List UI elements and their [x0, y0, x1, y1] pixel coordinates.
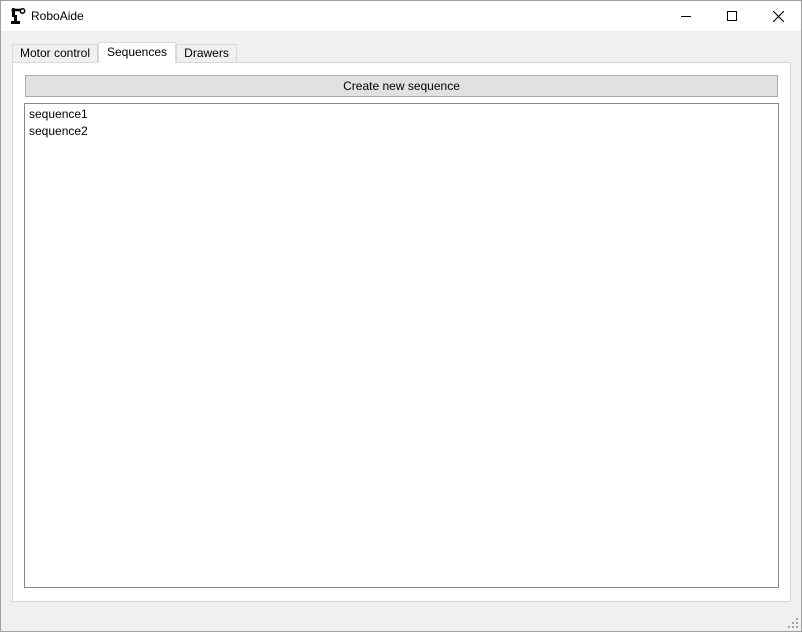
- robot-arm-icon: [9, 7, 27, 25]
- app-window: RoboAide Motor control Sequences Drawers…: [0, 0, 802, 632]
- maximize-icon: [727, 11, 737, 21]
- create-new-sequence-button[interactable]: Create new sequence: [25, 75, 778, 97]
- close-icon: [772, 10, 784, 22]
- title-bar[interactable]: RoboAide: [1, 1, 801, 31]
- minimize-icon: [681, 11, 691, 21]
- window-title: RoboAide: [31, 9, 84, 23]
- sequences-panel: Create new sequence sequence1 sequence2: [12, 62, 791, 602]
- list-item[interactable]: sequence2: [29, 123, 88, 140]
- list-item[interactable]: sequence1: [29, 106, 88, 123]
- close-button[interactable]: [755, 1, 801, 31]
- resize-grip-icon[interactable]: [787, 617, 799, 629]
- tab-sequences[interactable]: Sequences: [98, 42, 176, 63]
- tab-drawers[interactable]: Drawers: [176, 44, 237, 63]
- maximize-button[interactable]: [709, 1, 755, 31]
- tab-motor-control[interactable]: Motor control: [12, 44, 98, 63]
- minimize-button[interactable]: [663, 1, 709, 31]
- sequence-list[interactable]: sequence1 sequence2: [24, 103, 779, 588]
